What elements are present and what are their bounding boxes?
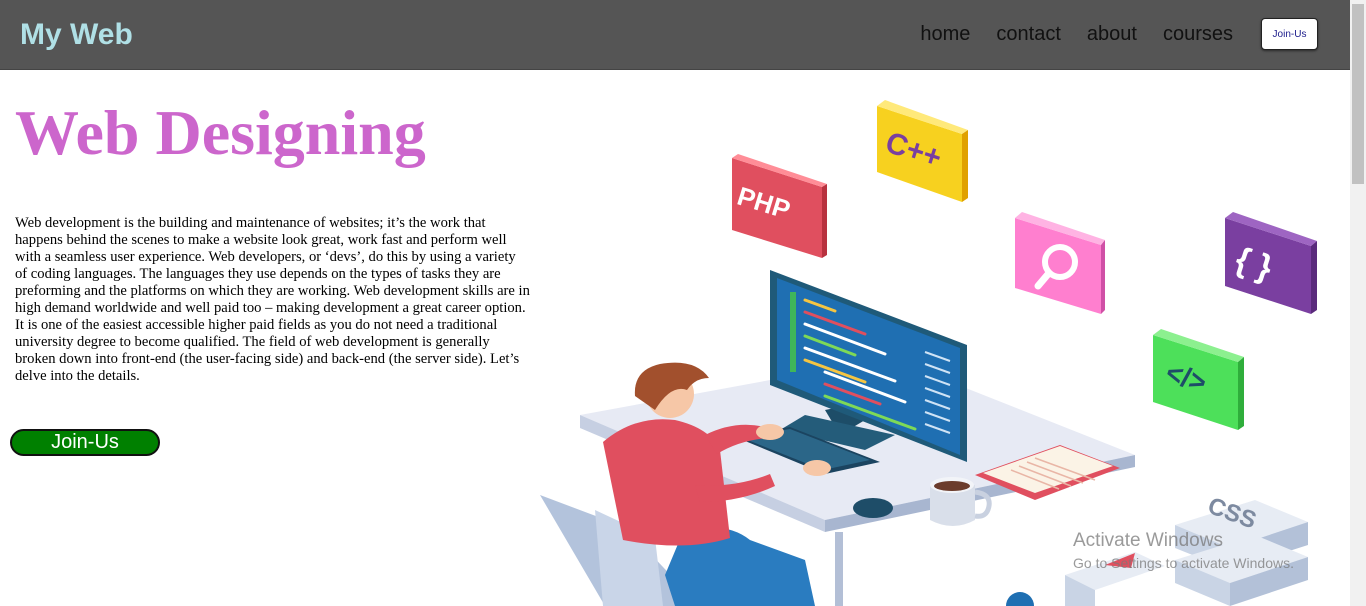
nav-link-courses[interactable]: courses	[1163, 20, 1233, 48]
top-navbar: My Web home contact about courses Join-U…	[0, 0, 1350, 70]
nav-links: home contact about courses	[894, 20, 1233, 48]
hero-join-button[interactable]: Join-Us	[10, 429, 160, 456]
cpp-badge: C++	[877, 100, 968, 202]
page-scrollbar[interactable]	[1350, 0, 1366, 606]
nav-link-about[interactable]: about	[1087, 20, 1137, 48]
windows-activation-watermark: Activate Windows Go to Settings to activ…	[1073, 530, 1294, 572]
hero-description: Web development is the building and main…	[15, 215, 530, 384]
code-badge: </>	[1153, 329, 1244, 430]
mouse	[853, 498, 893, 518]
watermark-title: Activate Windows	[1073, 530, 1223, 551]
scrollbar-thumb[interactable]	[1352, 4, 1364, 184]
nav-link-contact[interactable]: contact	[996, 20, 1060, 48]
search-badge	[1015, 212, 1105, 314]
php-badge: PHP	[732, 154, 827, 258]
developer-illustration: PHP C++ { } </> CSS	[540, 100, 1317, 606]
hero-title: Web Designing	[15, 97, 426, 168]
nav-link-home[interactable]: home	[920, 20, 970, 48]
braces-badge: { }	[1225, 212, 1317, 314]
watermark-subtitle: Go to Settings to activate Windows.	[1073, 555, 1294, 571]
nav-join-button[interactable]: Join-Us	[1261, 18, 1318, 50]
site-brand[interactable]: My Web	[20, 16, 133, 54]
